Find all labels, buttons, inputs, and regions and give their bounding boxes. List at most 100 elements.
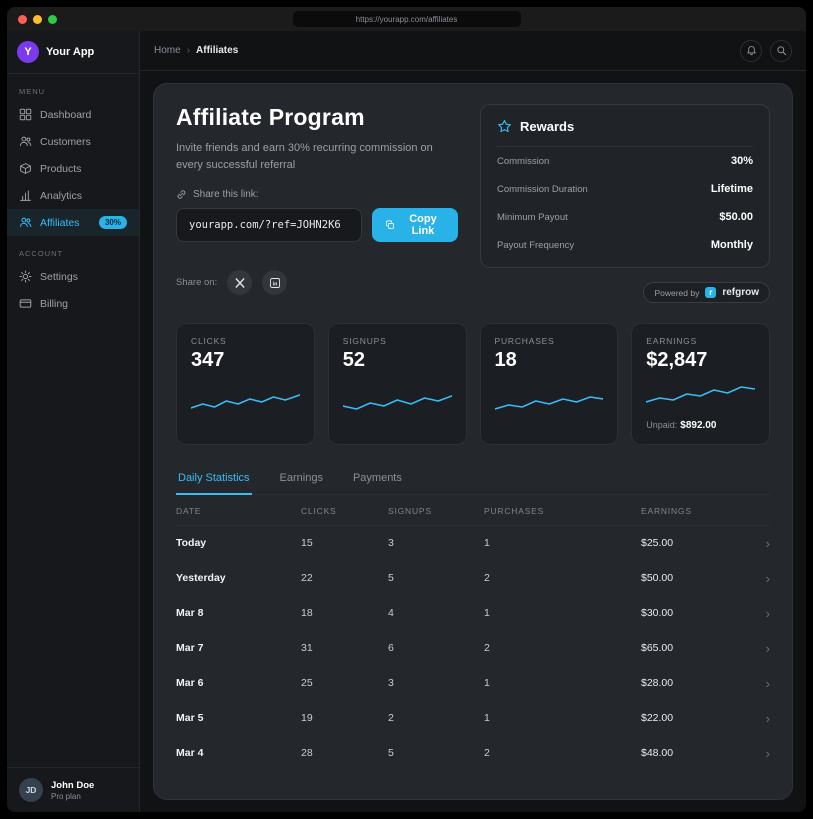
stat-value: 18 <box>495 349 604 372</box>
search-button[interactable] <box>770 40 792 62</box>
table-row[interactable]: Mar 4 28 5 2 $48.00 › <box>176 736 770 770</box>
column-header-date: DATE <box>176 506 301 516</box>
daily-statistics-table: DATE CLICKS SIGNUPS PURCHASES EARNINGS T… <box>176 495 770 770</box>
minimize-window-button[interactable] <box>33 15 42 24</box>
stat-card-earnings: EARNINGS $2,847 Unpaid:$892.00 <box>631 323 770 445</box>
cell-earnings: $48.00 <box>641 747 754 759</box>
cell-signups: 3 <box>388 537 484 549</box>
sidebar: Y Your App MENU Dashboard Customers Prod… <box>7 31 140 812</box>
page-subtitle: Invite friends and earn 30% recurring co… <box>176 140 458 174</box>
chevron-right-icon: › <box>754 677 770 690</box>
user-plan: Pro plan <box>51 792 94 801</box>
stat-label: PURCHASES <box>495 336 604 346</box>
sidebar-item-label: Products <box>40 163 81 175</box>
sidebar-item-customers[interactable]: Customers <box>7 128 139 155</box>
stats-row: CLICKS 347 SIGNUPS 52 PURCHASES <box>176 323 770 445</box>
star-icon <box>497 119 512 134</box>
reward-row: Commission Duration Lifetime <box>497 175 753 203</box>
stat-value: 347 <box>191 349 300 372</box>
column-header-earnings: EARNINGS <box>641 506 754 516</box>
cell-signups: 4 <box>388 607 484 619</box>
close-window-button[interactable] <box>18 15 27 24</box>
svg-text:in: in <box>272 281 277 287</box>
sidebar-item-settings[interactable]: Settings <box>7 263 139 290</box>
referral-link-input[interactable] <box>176 208 362 242</box>
tab-payments[interactable]: Payments <box>351 463 404 495</box>
cell-date: Today <box>176 537 301 549</box>
chevron-right-icon: › <box>754 747 770 760</box>
table-row[interactable]: Mar 5 19 2 1 $22.00 › <box>176 701 770 736</box>
grid-icon <box>19 108 32 121</box>
gear-icon <box>19 270 32 283</box>
stat-card-signups: SIGNUPS 52 <box>328 323 467 445</box>
window-controls <box>7 15 57 24</box>
sidebar-item-analytics[interactable]: Analytics <box>7 182 139 209</box>
cell-earnings: $25.00 <box>641 537 754 549</box>
commission-badge: 30% <box>99 216 127 229</box>
table-header: DATE CLICKS SIGNUPS PURCHASES EARNINGS <box>176 495 770 526</box>
page-frame: https://yourapp.com/affiliates Y Your Ap… <box>0 0 813 819</box>
user-profile[interactable]: JD John Doe Pro plan <box>7 767 139 812</box>
breadcrumb-home[interactable]: Home <box>154 45 181 56</box>
sidebar-item-affiliates[interactable]: Affiliates 30% <box>7 209 139 236</box>
stat-value: $2,847 <box>646 349 755 372</box>
app-name: Your App <box>46 46 94 58</box>
column-header-signups: SIGNUPS <box>388 506 484 516</box>
breadcrumb-separator: › <box>187 45 190 56</box>
sidebar-item-label: Affiliates <box>40 217 80 229</box>
unpaid-row: Unpaid:$892.00 <box>646 420 755 431</box>
table-row[interactable]: Mar 7 31 6 2 $65.00 › <box>176 631 770 666</box>
cell-clicks: 22 <box>301 572 388 584</box>
cell-signups: 5 <box>388 747 484 759</box>
signups-sparkline <box>343 388 452 416</box>
cell-clicks: 18 <box>301 607 388 619</box>
unpaid-value: $892.00 <box>680 420 716 431</box>
users-icon <box>19 135 32 148</box>
cell-signups: 3 <box>388 677 484 689</box>
search-icon <box>776 45 787 56</box>
share-link-label: Share this link: <box>193 189 259 200</box>
unpaid-label: Unpaid: <box>646 420 677 430</box>
chevron-right-icon: › <box>754 607 770 620</box>
cell-signups: 2 <box>388 712 484 724</box>
x-twitter-icon <box>234 277 246 289</box>
copy-link-button[interactable]: Copy Link <box>372 208 458 242</box>
table-row[interactable]: Yesterday 22 5 2 $50.00 › <box>176 561 770 596</box>
url-bar[interactable]: https://yourapp.com/affiliates <box>293 11 521 27</box>
sidebar-item-products[interactable]: Products <box>7 155 139 182</box>
reward-value: 30% <box>731 155 753 167</box>
share-linkedin-button[interactable]: in <box>262 270 287 295</box>
bell-icon <box>746 45 757 56</box>
maximize-window-button[interactable] <box>48 15 57 24</box>
affiliates-icon <box>19 216 32 229</box>
sidebar-item-billing[interactable]: Billing <box>7 290 139 317</box>
reward-value: Monthly <box>711 239 753 251</box>
cell-clicks: 15 <box>301 537 388 549</box>
cell-purchases: 1 <box>484 677 641 689</box>
table-row[interactable]: Mar 8 18 4 1 $30.00 › <box>176 596 770 631</box>
cell-clicks: 25 <box>301 677 388 689</box>
cell-clicks: 28 <box>301 747 388 759</box>
cell-earnings: $28.00 <box>641 677 754 689</box>
table-row[interactable]: Mar 6 25 3 1 $28.00 › <box>176 666 770 701</box>
affiliate-program-card: Affiliate Program Invite friends and ear… <box>153 83 793 800</box>
refgrow-brand: refgrow <box>722 287 759 298</box>
tab-earnings[interactable]: Earnings <box>278 463 325 495</box>
cell-earnings: $22.00 <box>641 712 754 724</box>
chevron-right-icon: › <box>754 712 770 725</box>
sidebar-item-dashboard[interactable]: Dashboard <box>7 101 139 128</box>
cell-signups: 6 <box>388 642 484 654</box>
avatar: JD <box>19 778 43 802</box>
notifications-button[interactable] <box>740 40 762 62</box>
tab-daily-statistics[interactable]: Daily Statistics <box>176 463 252 495</box>
cell-date: Mar 6 <box>176 677 301 689</box>
stat-label: EARNINGS <box>646 336 755 346</box>
share-x-button[interactable] <box>227 270 252 295</box>
column-header-clicks: CLICKS <box>301 506 388 516</box>
cell-date: Yesterday <box>176 572 301 584</box>
table-row[interactable]: Today 15 3 1 $25.00 › <box>176 526 770 561</box>
cell-purchases: 1 <box>484 537 641 549</box>
powered-by-badge[interactable]: Powered by r refgrow <box>643 282 770 303</box>
cell-purchases: 2 <box>484 747 641 759</box>
app-logo-row[interactable]: Y Your App <box>7 31 139 74</box>
